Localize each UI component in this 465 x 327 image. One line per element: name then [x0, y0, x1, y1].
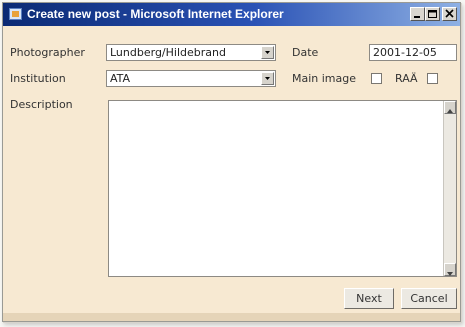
close-icon	[445, 9, 454, 18]
description-label: Description	[10, 98, 73, 111]
institution-value: ATA	[110, 72, 131, 85]
window-title: Create new post - Microsoft Internet Exp…	[27, 7, 284, 21]
dialog-window: Create new post - Microsoft Internet Exp…	[2, 2, 461, 322]
close-button[interactable]	[442, 7, 457, 21]
description-scrollbar[interactable]	[443, 101, 456, 276]
date-input[interactable]: 2001-12-05	[369, 44, 457, 61]
main-image-checkbox[interactable]	[371, 73, 382, 84]
photographer-value: Lundberg/Hildebrand	[110, 46, 226, 59]
photographer-label: Photographer	[10, 46, 85, 59]
photographer-select[interactable]: Lundberg/Hildebrand	[106, 44, 276, 61]
scroll-up-icon[interactable]	[444, 101, 456, 114]
minimize-icon	[414, 16, 420, 18]
description-textarea[interactable]	[108, 100, 457, 277]
title-bar[interactable]: Create new post - Microsoft Internet Exp…	[3, 3, 460, 26]
minimize-button[interactable]	[410, 7, 425, 21]
status-strip	[3, 313, 460, 321]
next-button[interactable]: Next	[344, 288, 394, 309]
raa-label: RAÄ	[395, 72, 418, 85]
maximize-icon	[428, 10, 437, 18]
institution-select[interactable]: ATA	[106, 70, 276, 87]
date-value: 2001-12-05	[373, 46, 437, 59]
cancel-button[interactable]: Cancel	[401, 288, 457, 309]
chevron-down-icon[interactable]	[261, 72, 274, 85]
date-label: Date	[292, 46, 319, 59]
institution-label: Institution	[10, 72, 66, 85]
ie-document-icon	[9, 8, 22, 20]
scroll-down-icon[interactable]	[444, 263, 456, 276]
raa-checkbox[interactable]	[427, 73, 438, 84]
maximize-button[interactable]	[425, 7, 440, 21]
main-image-label: Main image	[292, 72, 357, 85]
chevron-down-icon[interactable]	[261, 46, 274, 59]
